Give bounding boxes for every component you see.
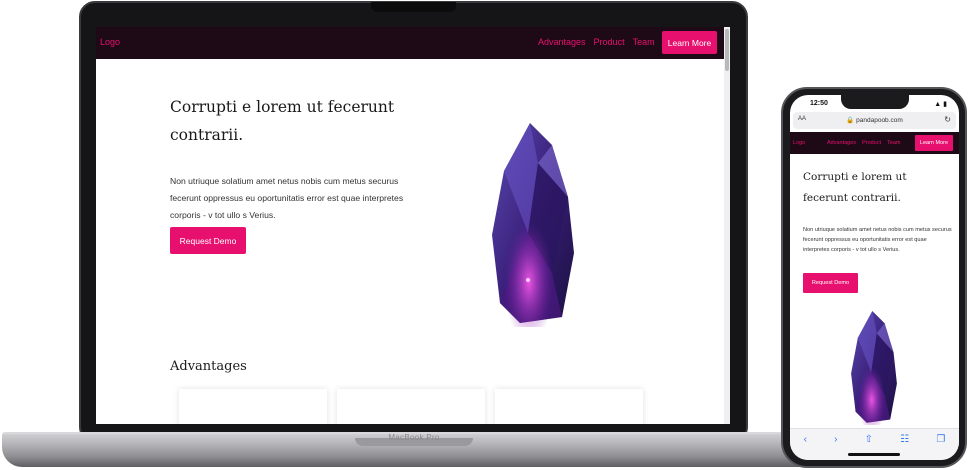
learn-more-button[interactable]: Learn More bbox=[915, 135, 953, 151]
hero-title: Corrupti e lorem ut fecerunt contrarii. bbox=[803, 171, 907, 204]
browser-address-bar[interactable]: AA 🔒 pandapoob.com ↻ bbox=[793, 112, 956, 129]
share-icon[interactable]: ⇧ bbox=[865, 434, 873, 445]
home-indicator[interactable] bbox=[848, 453, 900, 456]
scrollbar-thumb[interactable] bbox=[725, 29, 729, 71]
reload-icon[interactable]: ↻ bbox=[944, 115, 951, 124]
nav-link-product[interactable]: Product bbox=[594, 37, 625, 47]
request-demo-button[interactable]: Request Demo bbox=[803, 273, 858, 293]
advantages-section-title: Advantages bbox=[170, 359, 247, 374]
crystal-image bbox=[492, 123, 574, 327]
status-icons: ▲ ▮ bbox=[934, 100, 947, 108]
nav-link-team[interactable]: Team bbox=[887, 140, 900, 146]
request-demo-button[interactable]: Request Demo bbox=[170, 227, 246, 254]
url-domain: pandapoob.com bbox=[856, 117, 903, 124]
advantage-card bbox=[179, 389, 327, 424]
crystal-image bbox=[851, 311, 897, 425]
tabs-icon[interactable]: ❐ bbox=[936, 434, 945, 445]
url-text: 🔒 pandapoob.com bbox=[793, 116, 956, 124]
site-navbar: Logo Advantages Product Team Learn More bbox=[96, 27, 730, 59]
back-icon[interactable]: ‹ bbox=[804, 434, 807, 445]
site-logo[interactable]: Logo bbox=[100, 37, 120, 47]
advantage-card bbox=[495, 389, 643, 424]
status-time: 12:50 bbox=[810, 100, 828, 107]
bookmarks-icon[interactable]: ☷ bbox=[900, 434, 909, 445]
laptop-screen: Logo Advantages Product Team Learn More … bbox=[96, 27, 730, 424]
nav-links: Advantages Product Team bbox=[827, 140, 900, 146]
device-mockup-stage: Logo Advantages Product Team Learn More … bbox=[0, 0, 969, 470]
hero-description: Non utriuque solatium amet netus nobis c… bbox=[170, 176, 404, 220]
wifi-icon: ▲ bbox=[934, 101, 942, 108]
nav-link-product[interactable]: Product bbox=[862, 140, 881, 146]
scrollbar[interactable] bbox=[724, 27, 730, 424]
phone-screen: 12:50 ▲ ▮ AA 🔒 pandapoob.com ↻ Logo Adva… bbox=[790, 95, 959, 460]
hero-description: Non utriuque solatium amet netus nobis c… bbox=[803, 227, 952, 253]
nav-link-team[interactable]: Team bbox=[633, 37, 655, 47]
nav-links: Advantages Product Team bbox=[538, 37, 655, 47]
laptop-camera-notch bbox=[371, 2, 456, 12]
hero-title: Corrupti e lorem ut fecerunt contrarii. bbox=[170, 98, 395, 144]
nav-link-advantages[interactable]: Advantages bbox=[538, 37, 586, 47]
phone-notch bbox=[841, 95, 909, 109]
site-navbar-mobile: Logo Advantages Product Team Learn More bbox=[790, 132, 959, 154]
site-logo[interactable]: Logo bbox=[793, 140, 805, 146]
learn-more-button[interactable]: Learn More bbox=[662, 31, 717, 54]
forward-icon[interactable]: › bbox=[834, 434, 837, 445]
battery-icon: ▮ bbox=[943, 101, 947, 108]
lock-icon: 🔒 bbox=[846, 117, 855, 124]
laptop-model-label: MacBook Pro bbox=[388, 433, 440, 442]
nav-link-advantages[interactable]: Advantages bbox=[827, 140, 856, 146]
advantage-card bbox=[337, 389, 485, 424]
